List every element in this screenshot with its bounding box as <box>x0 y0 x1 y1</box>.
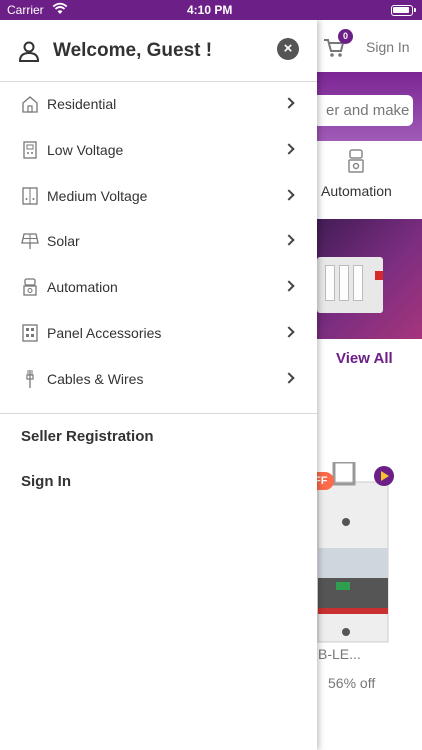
side-drawer: Welcome, Guest ! × Residential Low Volta… <box>0 20 317 750</box>
drawer-divider <box>0 413 317 414</box>
chevron-right-icon <box>283 188 295 201</box>
menu-item-label: Medium Voltage <box>47 187 148 204</box>
medium-voltage-icon <box>22 186 38 205</box>
welcome-title: Welcome, Guest ! <box>53 40 213 61</box>
menu-item-solar[interactable]: Solar <box>0 219 317 265</box>
menu-item-label: Cables & Wires <box>47 370 144 387</box>
menu-item-cables-wires[interactable]: Cables & Wires <box>0 357 317 403</box>
low-voltage-icon <box>23 141 37 159</box>
sign-in-link[interactable]: Sign In <box>21 473 71 490</box>
user-icon <box>18 41 40 62</box>
solar-panel-icon <box>21 233 39 250</box>
automation-icon <box>23 278 37 296</box>
category-menu: Residential Low Voltage Medium Voltage S… <box>0 82 317 403</box>
chevron-right-icon <box>283 97 295 109</box>
menu-item-automation[interactable]: Automation <box>0 265 317 311</box>
chevron-right-icon <box>283 326 295 338</box>
drawer-scrim[interactable] <box>317 20 422 750</box>
chevron-right-icon <box>283 143 295 155</box>
menu-item-low-voltage[interactable]: Low Voltage <box>0 128 317 174</box>
menu-item-label: Panel Accessories <box>47 324 162 341</box>
chevron-right-icon <box>283 280 295 292</box>
menu-item-medium-voltage[interactable]: Medium Voltage <box>0 174 317 220</box>
status-bar: Carrier 4:10 PM <box>0 0 422 20</box>
clock: 4:10 PM <box>187 3 233 17</box>
menu-item-label: Residential <box>47 96 117 112</box>
cable-icon <box>26 369 34 388</box>
house-icon <box>22 96 38 113</box>
menu-item-residential[interactable]: Residential <box>0 82 317 128</box>
carrier-label: Carrier <box>7 3 44 17</box>
seller-registration-link[interactable]: Seller Registration <box>21 428 154 445</box>
chevron-right-icon <box>283 372 295 384</box>
wifi-icon <box>52 2 68 14</box>
chevron-right-icon <box>283 234 295 247</box>
menu-item-panel-accessories[interactable]: Panel Accessories <box>0 311 317 357</box>
panel-accessories-icon <box>22 324 38 342</box>
menu-item-label: Solar <box>47 233 80 250</box>
menu-item-label: Low Voltage <box>47 141 124 158</box>
drawer-header: Welcome, Guest ! × <box>0 20 317 82</box>
close-icon[interactable]: × <box>277 38 299 60</box>
menu-item-label: Automation <box>47 279 118 296</box>
battery-icon <box>391 5 416 16</box>
